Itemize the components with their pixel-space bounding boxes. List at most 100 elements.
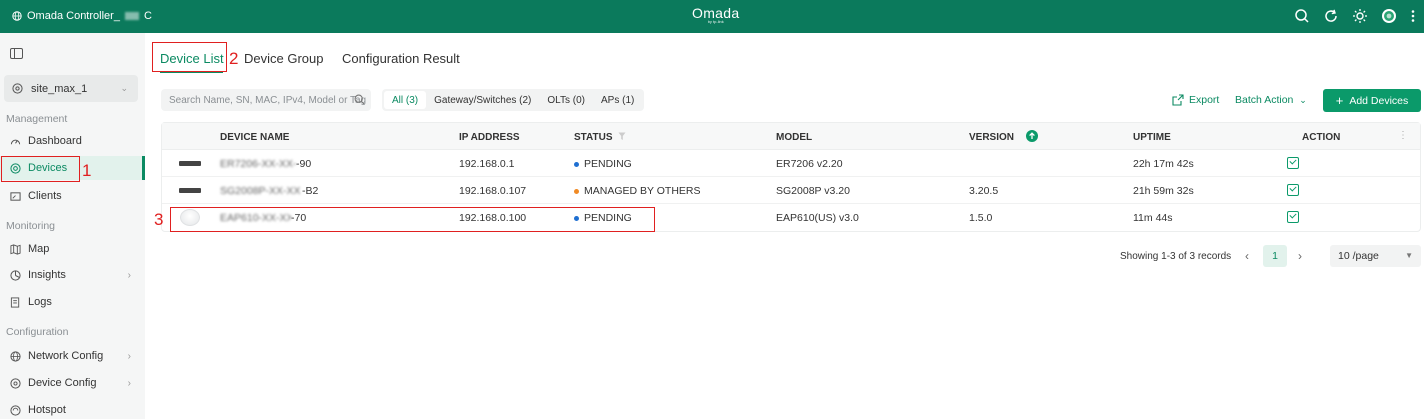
- sidebar-item-device-config[interactable]: Device Config ›: [0, 371, 145, 395]
- chevron-down-icon: ⌄: [1299, 95, 1307, 105]
- sidebar-item-label: Map: [28, 243, 50, 255]
- status-text: PENDING: [584, 158, 632, 170]
- annotation-number-3: 3: [154, 210, 164, 229]
- search-placeholder: Search Name, SN, MAC, IPv4, Model or Tag: [169, 94, 367, 106]
- location-icon: [12, 83, 23, 94]
- table-row[interactable]: ER7206-XX-XX-XX -90 192.168.0.1 PENDING …: [162, 150, 1420, 177]
- table-row[interactable]: SG2008P-XX-XX -B2 192.168.0.107 MANAGED …: [162, 177, 1420, 204]
- controller-selector[interactable]: Omada Controller_ C: [12, 10, 152, 22]
- device-config-icon: [10, 377, 21, 389]
- device-name-masked: ER7206-XX-XX-XX: [220, 158, 296, 170]
- top-bar: Omada Controller_ C Omada by tp-link: [0, 0, 1424, 33]
- annotation-box-device-list: [152, 42, 227, 72]
- tab-configuration-result[interactable]: Configuration Result: [342, 51, 460, 66]
- chevron-right-icon: ›: [127, 269, 131, 281]
- globe-icon: [10, 350, 21, 362]
- pagination-page[interactable]: 1: [1263, 245, 1287, 267]
- pagination-summary: Showing 1-3 of 3 records: [1120, 251, 1232, 262]
- col-status[interactable]: STATUS: [574, 132, 613, 143]
- sidebar-item-network-config[interactable]: Network Config ›: [0, 344, 145, 368]
- add-devices-button[interactable]: + Add Devices: [1323, 89, 1421, 112]
- chevron-right-icon: ›: [127, 350, 131, 362]
- filter-gateway-switches[interactable]: Gateway/Switches (2): [426, 91, 539, 109]
- dashboard-icon: [10, 139, 21, 144]
- section-configuration: Configuration: [6, 326, 69, 338]
- chevron-right-icon[interactable]: ›: [1298, 249, 1302, 263]
- chevron-left-icon[interactable]: ‹: [1245, 249, 1249, 263]
- page-size-select[interactable]: 10 /page ▼: [1330, 245, 1421, 267]
- logs-icon: [10, 296, 20, 308]
- controller-name-masked: [124, 12, 139, 20]
- upgrade-icon[interactable]: [1026, 130, 1038, 142]
- theme-icon[interactable]: [1352, 8, 1368, 24]
- site-selector[interactable]: site_max_1 ⌄: [4, 75, 138, 102]
- column-settings-icon[interactable]: ⋮: [1398, 130, 1408, 141]
- sidebar-item-label: Insights: [28, 269, 66, 281]
- annotation-box-devices: [1, 156, 80, 182]
- ip-address: 192.168.0.1: [459, 158, 515, 170]
- insights-icon: [10, 269, 21, 281]
- annotation-box-ap-row: [170, 207, 655, 232]
- chevron-right-icon: ›: [127, 377, 131, 389]
- adopt-icon[interactable]: [1287, 211, 1299, 223]
- col-uptime[interactable]: UPTIME: [1133, 132, 1171, 143]
- col-action: ACTION: [1302, 132, 1341, 143]
- col-device-name[interactable]: DEVICE NAME: [220, 132, 289, 143]
- uptime: 21h 59m 32s: [1133, 185, 1194, 197]
- version: 1.5.0: [969, 212, 993, 224]
- sidebar-item-label: Logs: [28, 296, 52, 308]
- hotspot-icon: [10, 404, 21, 416]
- sidebar-toggle-icon[interactable]: [10, 48, 23, 59]
- filter-olts[interactable]: OLTs (0): [539, 91, 593, 109]
- search-input[interactable]: Search Name, SN, MAC, IPv4, Model or Tag: [161, 89, 371, 111]
- device-name-suffix[interactable]: -90: [296, 158, 311, 170]
- model: EAP610(US) v3.0: [776, 212, 859, 224]
- sidebar-item-insights[interactable]: Insights ›: [0, 263, 145, 287]
- version: 3.20.5: [969, 185, 999, 197]
- batch-action-label: Batch Action: [1235, 94, 1294, 106]
- sidebar-item-clients[interactable]: Clients: [0, 184, 145, 208]
- col-ip-address[interactable]: IP ADDRESS: [459, 132, 520, 143]
- more-icon[interactable]: [1410, 8, 1416, 24]
- table-header: DEVICE NAME IP ADDRESS STATUS MODEL VERS…: [162, 123, 1420, 150]
- sidebar-item-dashboard[interactable]: Dashboard: [0, 129, 145, 153]
- globe-icon: [12, 11, 22, 21]
- tab-device-group[interactable]: Device Group: [244, 51, 323, 66]
- model: SG2008P v3.20: [776, 185, 850, 197]
- batch-action-button[interactable]: Batch Action ⌄: [1235, 94, 1307, 106]
- sidebar-item-label: Dashboard: [28, 135, 82, 147]
- omada-logo: Omada by tp-link: [692, 5, 739, 24]
- uptime: 22h 17m 42s: [1133, 158, 1194, 170]
- uptime: 11m 44s: [1133, 212, 1173, 224]
- sidebar: site_max_1 ⌄ Management Dashboard Device…: [0, 33, 145, 419]
- sidebar-item-map[interactable]: Map: [0, 237, 145, 261]
- refresh-icon[interactable]: [1323, 8, 1339, 24]
- annotation-number-2: 2: [229, 49, 239, 68]
- brand-sub: by tp-link: [707, 19, 724, 24]
- chevron-down-icon: ⌄: [120, 83, 128, 93]
- device-name-suffix[interactable]: -B2: [302, 185, 318, 197]
- filter-icon[interactable]: [618, 132, 626, 141]
- adopt-icon[interactable]: [1287, 157, 1299, 169]
- switch-device-image: [179, 188, 201, 193]
- status-badge: MANAGED BY OTHERS: [574, 185, 701, 197]
- device-name-masked: SG2008P-XX-XX: [220, 185, 301, 197]
- col-version[interactable]: VERSION: [969, 132, 1014, 143]
- search-icon[interactable]: [1294, 8, 1310, 24]
- status-dot: [574, 188, 579, 194]
- plus-icon: +: [1335, 93, 1344, 108]
- col-model[interactable]: MODEL: [776, 132, 812, 143]
- filter-aps[interactable]: APs (1): [593, 91, 642, 109]
- sidebar-item-label: Device Config: [28, 377, 97, 389]
- sidebar-item-label: Clients: [28, 190, 62, 202]
- avatar[interactable]: [1381, 8, 1397, 24]
- adopt-icon[interactable]: [1287, 184, 1299, 196]
- status-dot: [574, 161, 579, 167]
- add-devices-label: Add Devices: [1349, 94, 1409, 107]
- sidebar-item-logs[interactable]: Logs: [0, 290, 145, 314]
- filter-all[interactable]: All (3): [384, 91, 427, 109]
- export-button[interactable]: Export: [1172, 94, 1219, 106]
- device-type-filter: All (3) Gateway/Switches (2) OLTs (0) AP…: [382, 89, 645, 111]
- sidebar-item-hotspot[interactable]: Hotspot: [0, 398, 145, 419]
- ip-address: 192.168.0.107: [459, 185, 527, 197]
